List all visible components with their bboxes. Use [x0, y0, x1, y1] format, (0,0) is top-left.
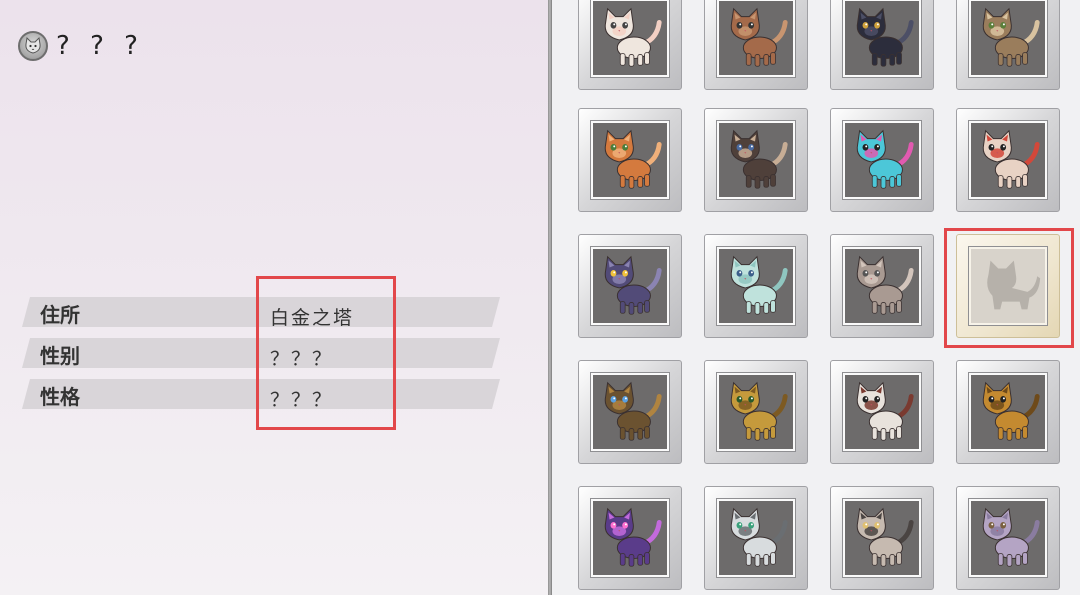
collection-slot-white-cat[interactable]: [578, 0, 682, 90]
collection-slot-tabby-longhair-cat[interactable]: [956, 0, 1060, 90]
collection-slot-orange-tabby-cat[interactable]: [578, 108, 682, 212]
orange-tabby-cat-icon: [591, 121, 669, 199]
persian-cat-icon: [591, 247, 669, 325]
collection-slot-bronze-robot-cat[interactable]: [578, 360, 682, 464]
white-cat-icon: [591, 0, 669, 77]
collection-slot-cyan-robot-cat[interactable]: [830, 108, 934, 212]
purple-robot-cat-icon: [591, 499, 669, 577]
collection-slot-lilac-tabby-cat[interactable]: [956, 486, 1060, 590]
collection-slot-mint-tabby-cat[interactable]: [704, 234, 808, 338]
personality-label: 性格: [40, 385, 80, 409]
collection-slot-siamese-cat[interactable]: [704, 108, 808, 212]
collection-slot-calico-robot-cat[interactable]: [956, 108, 1060, 212]
collection-slot-persian-cat[interactable]: [578, 234, 682, 338]
tabby-longhair-cat-icon: [969, 0, 1047, 77]
locked-slot-highlight-box: [944, 228, 1074, 348]
raccoon-cat-icon: [843, 499, 921, 577]
collection-slot-black-cat[interactable]: [830, 0, 934, 90]
collection-slot-grey-tabby-cat[interactable]: [830, 234, 934, 338]
cat-name: ? ? ?: [56, 31, 144, 61]
lilac-tabby-cat-icon: [969, 499, 1047, 577]
grey-tabby-cat-icon: [843, 247, 921, 325]
profile-title: ? ? ?: [18, 28, 144, 64]
bronze-robot-cat-icon: [591, 373, 669, 451]
collection-slot-skull-robot-cat[interactable]: [830, 360, 934, 464]
value-highlight-box: [256, 276, 396, 430]
collection-slot-gold-steampunk-cat[interactable]: [704, 360, 808, 464]
silver-robot-cat-icon: [717, 499, 795, 577]
residence-label: 住所: [40, 303, 80, 327]
siamese-cat-icon: [717, 121, 795, 199]
collection-slot-silver-robot-cat[interactable]: [704, 486, 808, 590]
profile-panel: ? ? ? 住所 白金之塔 性别 ？？？ 性格 ？？？: [0, 0, 548, 595]
collection-slot-purple-robot-cat[interactable]: [578, 486, 682, 590]
collection-slot-raccoon-cat[interactable]: [830, 486, 934, 590]
cat-face-icon: [18, 31, 48, 61]
collection-slot-brown-cat[interactable]: [704, 0, 808, 90]
collection-slot-golden-mech-cat[interactable]: [956, 360, 1060, 464]
calico-robot-cat-icon: [969, 121, 1047, 199]
skull-robot-cat-icon: [843, 373, 921, 451]
mint-tabby-cat-icon: [717, 247, 795, 325]
cyan-robot-cat-icon: [843, 121, 921, 199]
cat-collection-grid: [552, 0, 1080, 595]
brown-cat-icon: [717, 0, 795, 77]
golden-mech-cat-icon: [969, 373, 1047, 451]
gold-steampunk-cat-icon: [717, 373, 795, 451]
black-cat-icon: [843, 0, 921, 77]
gender-label: 性别: [40, 344, 80, 368]
